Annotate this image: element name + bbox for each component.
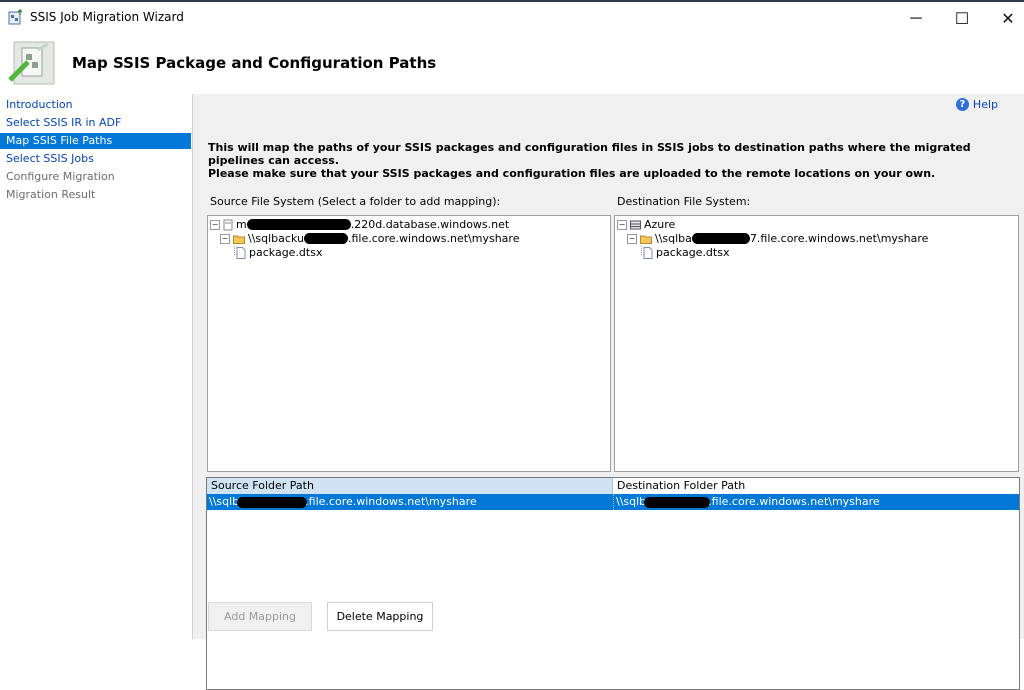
database-icon <box>223 219 233 230</box>
tree-node-source-share[interactable]: − \\sqlbacku .file.core.windows.net\mysha… <box>220 232 519 245</box>
source-share-suffix: .file.core.windows.net\myshare <box>347 232 520 245</box>
tree-node-destination-file[interactable]: package.dtsx <box>643 246 729 259</box>
description-line-1: This will map the paths of your SSIS pac… <box>208 141 971 167</box>
collapse-icon[interactable]: − <box>617 219 627 230</box>
window-title: SSIS Job Migration Wizard <box>30 10 184 24</box>
collapse-icon[interactable]: − <box>220 233 230 244</box>
cell-destination-prefix: \\sqlb <box>616 495 647 508</box>
destination-file-name: package.dtsx <box>656 246 730 259</box>
sidebar-item-migration-result: Migration Result <box>6 188 96 201</box>
wizard-banner-icon <box>8 41 55 85</box>
mapping-grid[interactable]: Source Folder Path Destination Folder Pa… <box>206 477 1020 690</box>
sidebar-item-select-ssis-ir[interactable]: Select SSIS IR in ADF <box>0 115 191 131</box>
minimize-button[interactable]: ─ <box>898 6 934 32</box>
sidebar-item-configure-migration: Configure Migration <box>6 170 115 183</box>
source-file-system-label: Source File System (Select a folder to a… <box>210 195 501 208</box>
file-icon <box>236 246 246 259</box>
source-server-name-suffix: .220d.database.windows.net <box>350 218 510 231</box>
folder-icon <box>233 235 245 244</box>
add-mapping-button[interactable]: Add Mapping <box>208 602 312 631</box>
cell-destination-suffix: .file.core.windows.net\myshare <box>708 495 880 508</box>
collapse-icon[interactable]: − <box>627 233 637 244</box>
wizard-header: Map SSIS Package and Configuration Paths <box>0 34 1024 94</box>
cell-source-folder-path[interactable]: \\sqlb .file.core.windows.net\myshare <box>207 494 477 510</box>
destination-share-prefix: \\sqlba <box>655 232 692 245</box>
title-bar: SSIS Job Migration Wizard ─ ☐ ✕ <box>0 0 1024 34</box>
redaction-mark <box>691 233 750 244</box>
table-row[interactable]: \\sqlb .file.core.windows.net\myshare \\s… <box>207 494 1019 510</box>
destination-root-name: Azure <box>644 218 676 231</box>
redaction-mark <box>303 233 348 244</box>
close-button[interactable]: ✕ <box>990 6 1024 32</box>
file-icon <box>643 246 653 259</box>
tree-node-source-file[interactable]: package.dtsx <box>236 246 322 259</box>
source-share-prefix: \\sqlbacku <box>248 232 304 245</box>
delete-mapping-button[interactable]: Delete Mapping <box>327 602 433 631</box>
help-label: Help <box>972 98 998 111</box>
folder-icon <box>640 235 652 244</box>
app-icon <box>8 9 23 25</box>
source-file-name: package.dtsx <box>249 246 323 259</box>
main-panel: ? Help This will map the paths of your S… <box>193 94 1024 690</box>
redaction-mark <box>237 496 308 508</box>
column-header-destination-folder[interactable]: Destination Folder Path <box>613 478 1019 494</box>
destination-file-tree[interactable]: − Azure − \\sqlba 7.file.core.windows.net… <box>614 215 1019 472</box>
wizard-steps-sidebar: Introduction Select SSIS IR in ADF Map S… <box>0 94 193 639</box>
redaction-mark <box>644 496 711 508</box>
help-link[interactable]: ? Help <box>955 98 998 111</box>
destination-file-system-label: Destination File System: <box>617 195 751 208</box>
cell-source-prefix: \\sqlb <box>209 495 240 508</box>
maximize-button[interactable]: ☐ <box>944 6 980 32</box>
collapse-icon[interactable]: − <box>210 219 220 230</box>
sidebar-item-introduction[interactable]: Introduction <box>0 97 191 113</box>
tree-node-source-server[interactable]: − m .220d.database.windows.net <box>210 218 509 231</box>
cloud-storage-icon <box>630 220 641 229</box>
sidebar-item-select-ssis-jobs[interactable]: Select SSIS Jobs <box>0 151 191 167</box>
destination-share-suffix: 7.file.core.windows.net\myshare <box>749 232 929 245</box>
redaction-mark <box>246 219 351 230</box>
help-icon: ? <box>955 98 969 111</box>
source-file-tree[interactable]: − m .220d.database.windows.net − \\sqlbac… <box>207 215 611 472</box>
column-header-source-folder[interactable]: Source Folder Path <box>207 478 613 494</box>
cell-destination-folder-path[interactable]: \\sqlb .file.core.windows.net\myshare <box>613 494 880 510</box>
cell-source-suffix: .file.core.windows.net\myshare <box>305 495 477 508</box>
sidebar-item-map-file-paths[interactable]: Map SSIS File Paths <box>0 133 191 149</box>
description-line-2: Please make sure that your SSIS packages… <box>208 167 936 180</box>
page-title: Map SSIS Package and Configuration Paths <box>72 54 437 72</box>
tree-node-destination-share[interactable]: − \\sqlba 7.file.core.windows.net\myshare <box>627 232 928 245</box>
tree-node-destination-root[interactable]: − Azure <box>617 218 675 231</box>
source-server-name-prefix: m <box>236 218 247 231</box>
